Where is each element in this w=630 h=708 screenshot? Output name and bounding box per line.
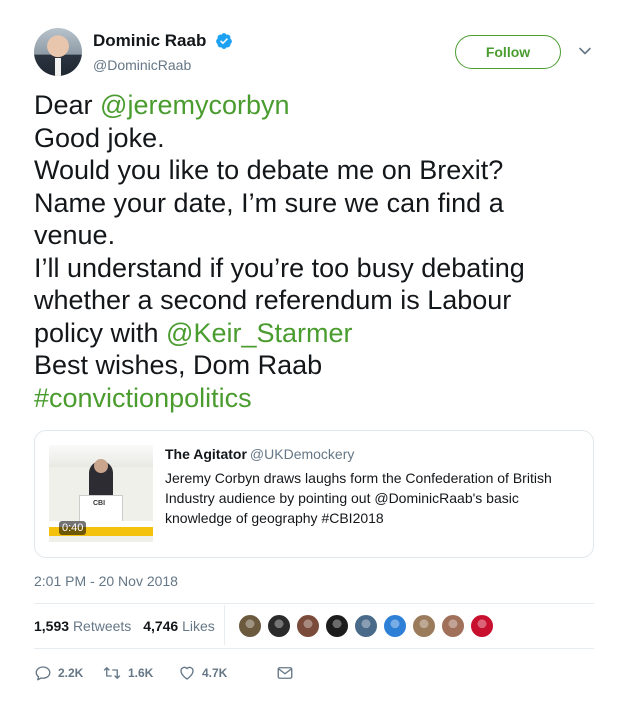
video-duration: 0:40 bbox=[59, 521, 87, 535]
retweet-icon bbox=[103, 667, 121, 679]
reply-button[interactable]: 2.2K bbox=[34, 661, 83, 685]
video-thumbnail[interactable]: CBI 0:40 bbox=[49, 445, 153, 542]
tweet-line: Name your date, I’m sure we can find a bbox=[34, 187, 504, 218]
quote-author-name: The Agitator bbox=[165, 446, 247, 462]
tweet-card: Dominic Raab @DominicRaab Follow Dear @j… bbox=[0, 0, 630, 708]
divider bbox=[34, 648, 594, 649]
likes-stat[interactable]: 4,746 Likes bbox=[143, 618, 215, 634]
envelope-icon bbox=[277, 667, 293, 679]
quote-header: The Agitator @UKDemockery bbox=[165, 446, 354, 462]
quoted-tweet[interactable]: CBI 0:40 The Agitator @UKDemockery Jeremy… bbox=[34, 430, 594, 558]
author-avatar[interactable] bbox=[34, 28, 82, 76]
tweet-line: venue. bbox=[34, 220, 116, 250]
mention-link[interactable]: @Keir_Starmer bbox=[166, 318, 352, 348]
reply-icon bbox=[35, 666, 51, 681]
tweet-line: whether a second referendum is Labour bbox=[34, 285, 512, 315]
tweet-line: I’ll understand if you’re too busy debat… bbox=[34, 252, 525, 283]
direct-message-button[interactable] bbox=[276, 661, 300, 685]
liker-avatar[interactable] bbox=[412, 614, 436, 638]
reply-count: 2.2K bbox=[58, 666, 84, 680]
quote-text: Jeremy Corbyn draws laughs form the Conf… bbox=[165, 470, 552, 526]
liker-avatar[interactable] bbox=[383, 614, 407, 638]
author-info[interactable]: Dominic Raab @DominicRaab bbox=[93, 31, 233, 73]
follow-button[interactable]: Follow bbox=[455, 35, 561, 69]
chevron-down-icon[interactable] bbox=[578, 44, 592, 58]
liker-avatar[interactable] bbox=[296, 614, 320, 638]
liker-avatar[interactable] bbox=[325, 614, 349, 638]
retweet-button[interactable]: 1.6K bbox=[102, 661, 153, 685]
mention-link[interactable]: @jeremycorbyn bbox=[100, 90, 289, 120]
verified-badge-icon bbox=[215, 33, 232, 49]
tweet-line: #convictionpolitics bbox=[34, 382, 594, 415]
heart-icon bbox=[180, 666, 194, 680]
author-handle[interactable]: @DominicRaab bbox=[93, 57, 233, 73]
retweets-stat[interactable]: 1,593 Retweets bbox=[34, 618, 131, 634]
liker-avatar[interactable] bbox=[470, 614, 494, 638]
retweet-count: 1.6K bbox=[128, 666, 154, 680]
tweet-line: Good joke. bbox=[34, 122, 165, 153]
tweet-line: Dear @jeremycorbyn bbox=[34, 90, 290, 120]
liker-avatar[interactable] bbox=[267, 614, 291, 638]
liker-avatar[interactable] bbox=[354, 614, 378, 638]
author-display-name[interactable]: Dominic Raab bbox=[93, 31, 206, 51]
tweet-line: Would you like to debate me on Brexit? bbox=[34, 155, 504, 185]
tweet-text: Dear @jeremycorbyn Good joke. Would you … bbox=[34, 89, 594, 414]
like-count: 4.7K bbox=[202, 666, 228, 680]
liker-avatar[interactable] bbox=[441, 614, 465, 638]
divider bbox=[34, 603, 594, 604]
quote-author-handle: @UKDemockery bbox=[249, 446, 355, 462]
stats-separator bbox=[224, 605, 225, 645]
liker-avatar[interactable] bbox=[238, 614, 262, 638]
tweet-line: policy with @Keir_Starmer bbox=[34, 317, 353, 348]
hashtag-link[interactable]: #convictionpolitics bbox=[34, 383, 252, 413]
tweet-stats: 1,593 Retweets 4,746 Likes bbox=[34, 618, 223, 634]
tweet-timestamp[interactable]: 2:01 PM - 20 Nov 2018 bbox=[34, 573, 178, 589]
thumbnail-logo-text: CBI bbox=[93, 500, 106, 507]
tweet-line: Best wishes, Dom Raab bbox=[34, 350, 323, 380]
like-button[interactable]: 4.7K bbox=[178, 661, 227, 685]
